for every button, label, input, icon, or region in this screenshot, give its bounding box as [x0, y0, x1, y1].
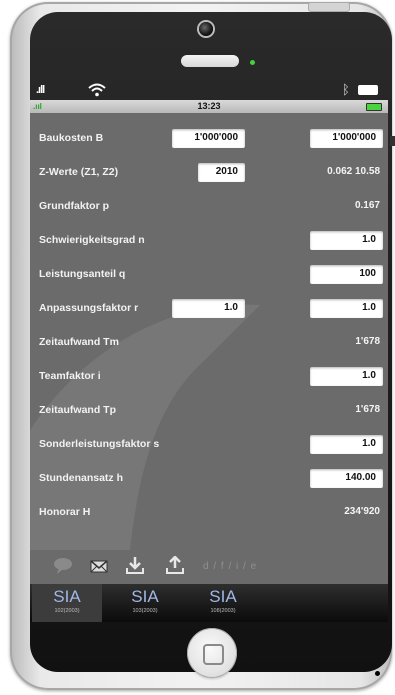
bluetooth-icon: ᛒ: [342, 82, 350, 97]
stundenansatz-input[interactable]: 140.00: [310, 469, 383, 488]
row-label: Zeitaufwand Tm: [39, 336, 119, 348]
mail-icon[interactable]: [88, 556, 110, 576]
tab-title: SIA: [131, 587, 159, 606]
wifi-icon: [88, 83, 106, 97]
sensor-light: [250, 60, 255, 65]
row-stundenansatz: Stundenansatz h 140.00: [30, 462, 388, 496]
row-label: Sonderleistungsfaktor s: [39, 438, 160, 450]
front-camera-icon: [199, 22, 213, 36]
row-label: Stundenansatz h: [39, 472, 124, 484]
tab-subtitle: 102(2003): [54, 608, 80, 614]
teamfaktor-input[interactable]: 1.0: [310, 367, 383, 386]
row-anpassungsfaktor: Anpassungsfaktor r 1.0 1.0: [30, 292, 388, 326]
row-zeitaufwand-tp: Zeitaufwand Tp 1'678: [30, 394, 388, 428]
tab-sia-108[interactable]: SIA 108(2003): [188, 584, 258, 622]
row-label: Anpassungsfaktor r: [39, 302, 139, 314]
tab-subtitle: 108(2003): [210, 608, 236, 614]
tab-title: SIA: [209, 587, 237, 606]
row-sonderleistungsfaktor: Sonderleistungsfaktor s 1.0: [30, 428, 388, 462]
speech-bubble-icon[interactable]: [52, 556, 74, 576]
baukosten-right-input[interactable]: 1'000'000: [310, 129, 383, 148]
zeitaufwand-tm-value: 1'678: [355, 336, 380, 347]
tab-bar: SIA 102(2003) SIA 103(2003) SIA 108(2003…: [30, 584, 388, 622]
home-square-icon: [203, 644, 224, 665]
app-screen: .ııl 13:23 Baukosten B 1'000'000 1'000'0…: [30, 100, 388, 622]
row-grundfaktor: Grundfaktor p 0.167: [30, 190, 388, 224]
row-leistungsanteil: Leistungsanteil q 100: [30, 258, 388, 292]
side-edge-mark: [390, 136, 395, 146]
tab-sia-103[interactable]: SIA 103(2003): [110, 584, 180, 622]
earpiece-speaker: [181, 55, 239, 67]
z-werte-year-input[interactable]: 2010: [198, 163, 245, 182]
anpassungsfaktor-right-input[interactable]: 1.0: [310, 299, 383, 318]
row-label: Grundfaktor p: [39, 200, 109, 212]
row-schwierigkeitsgrad: Schwierigkeitsgrad n 1.0: [30, 224, 388, 258]
tab-subtitle: 103(2003): [132, 608, 158, 614]
upload-icon[interactable]: [164, 556, 186, 576]
leistungsanteil-input[interactable]: 100: [310, 265, 383, 284]
row-baukosten: Baukosten B 1'000'000 1'000'000: [30, 122, 388, 156]
baukosten-left-input[interactable]: 1'000'000: [172, 129, 245, 148]
sonderleistungsfaktor-input[interactable]: 1.0: [310, 435, 383, 454]
row-z-werte: Z-Werte (Z1, Z2) 2010 0.062 10.58: [30, 156, 388, 190]
clock: 13:23: [197, 101, 221, 111]
download-icon[interactable]: [124, 556, 146, 576]
grundfaktor-value: 0.167: [354, 200, 380, 211]
zeitaufwand-tp-value: 1'678: [355, 404, 380, 415]
row-label: Baukosten B: [39, 132, 104, 144]
row-teamfaktor: Teamfaktor i 1.0: [30, 360, 388, 394]
device-status-bar: .ıll ᛒ: [30, 82, 388, 100]
z-werte-value: 0.062 10.58: [327, 166, 380, 177]
schwierigkeitsgrad-input[interactable]: 1.0: [310, 231, 383, 250]
language-selector[interactable]: d / f / i / e: [203, 561, 257, 572]
row-honorar: Honorar H 234'920: [30, 496, 388, 530]
home-button[interactable]: [187, 628, 237, 678]
tab-title: SIA: [53, 587, 81, 606]
app-status-bar: .ııl 13:23: [30, 100, 388, 113]
battery-icon: [366, 103, 382, 111]
row-label: Honorar H: [39, 506, 91, 518]
anpassungsfaktor-left-input[interactable]: 1.0: [172, 299, 245, 318]
tab-sia-102[interactable]: SIA 102(2003): [32, 584, 102, 622]
battery-icon: [358, 85, 378, 95]
row-label: Schwierigkeitsgrad n: [39, 234, 145, 246]
action-toolbar: d / f / i / e: [30, 552, 388, 580]
honorar-value: 234'920: [344, 506, 380, 517]
row-label: Zeitaufwand Tp: [39, 404, 116, 416]
row-label: Leistungsanteil q: [39, 268, 126, 280]
signal-bars-icon: .ıll: [36, 84, 45, 96]
row-label: Teamfaktor i: [39, 370, 101, 382]
row-zeitaufwand-tm: Zeitaufwand Tm 1'678: [30, 326, 388, 360]
dot-marker: [375, 671, 380, 676]
row-label: Z-Werte (Z1, Z2): [39, 166, 119, 178]
power-button: [308, 2, 350, 12]
